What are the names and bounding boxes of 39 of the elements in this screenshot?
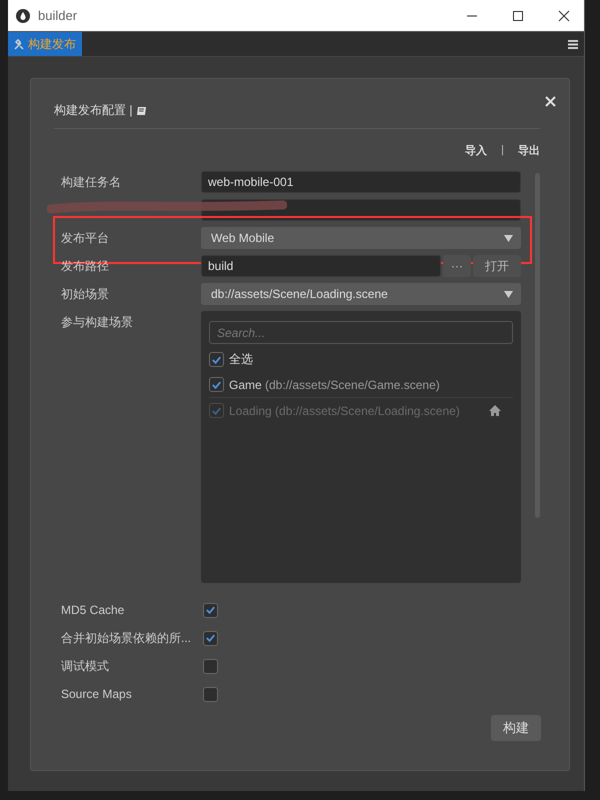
checkbox[interactable]: [209, 352, 224, 367]
field-label: 初始场景: [61, 286, 110, 303]
scene-name: Game (db://assets/Scene/Game.scene): [229, 378, 441, 392]
caret-icon: [504, 234, 513, 242]
search-field[interactable]: Search...: [209, 321, 513, 344]
caret-icon: [504, 290, 513, 298]
dropdown[interactable]: Web Mobile: [201, 227, 521, 249]
option-label: 合并初始场景依赖的所...: [61, 630, 192, 647]
tools-icon: [14, 38, 25, 50]
checkbox[interactable]: [209, 377, 224, 392]
open-button[interactable]: 打开: [473, 255, 521, 277]
export-link[interactable]: 导出: [518, 142, 540, 158]
option-label: Source Maps: [61, 686, 133, 703]
checkbox[interactable]: [203, 630, 218, 646]
field-label: 构建任务名: [61, 174, 122, 191]
menu-icon: [568, 40, 578, 48]
book-icon: [136, 106, 148, 116]
field-label: 参与构建场景: [61, 314, 134, 331]
checkbox[interactable]: [203, 602, 218, 618]
separator-text: |: [501, 144, 504, 156]
scene-name: Loading (db://assets/Scene/Loading.scene): [229, 404, 461, 418]
path-field[interactable]: build: [201, 255, 441, 277]
maximize-icon: [512, 10, 524, 22]
checkbox[interactable]: [203, 686, 218, 702]
select-all-label: 全选: [229, 351, 253, 368]
window-title: builder: [38, 8, 78, 23]
close-button[interactable]: [545, 96, 556, 107]
checkbox[interactable]: [203, 658, 218, 674]
option-label: MD5 Cache: [61, 602, 126, 619]
import-link[interactable]: 导入: [465, 142, 488, 158]
browse-button[interactable]: ···: [443, 255, 471, 277]
dropdown[interactable]: db://assets/Scene/Loading.scene: [201, 283, 521, 305]
option-label: 调试模式: [61, 658, 110, 675]
build-button[interactable]: 构建: [491, 715, 541, 741]
field-label: 发布平台: [61, 230, 110, 247]
dialog-title: 构建发布配置 |: [54, 102, 132, 119]
app-logo-icon: [16, 8, 30, 22]
text-field[interactable]: web-mobile-001: [201, 171, 521, 193]
close-icon: [558, 10, 570, 22]
